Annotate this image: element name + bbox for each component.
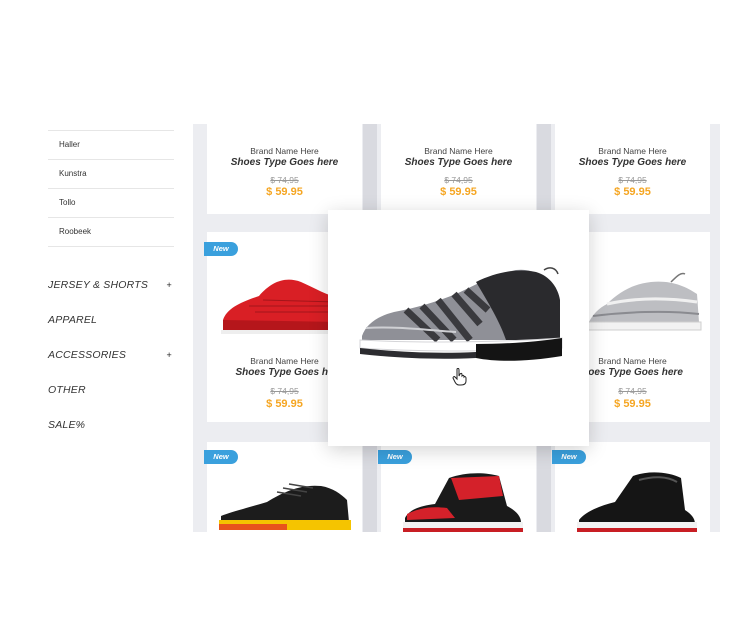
product-card[interactable]: New [204, 442, 362, 532]
category-list: JERSEY & SHORTS + APPAREL ACCESSORIES + … [48, 267, 174, 442]
sidebar: Haller Kunstra Tollo Roobeek JERSEY & SH… [48, 130, 174, 442]
category-label: JERSEY & SHORTS [48, 278, 149, 291]
product-card[interactable]: Brand Name Here Shoes Type Goes here $ 7… [381, 124, 536, 214]
brand-item-roobeek[interactable]: Roobeek [48, 218, 174, 247]
product-card[interactable]: New [552, 442, 710, 532]
black-yellow-sneaker-image[interactable] [217, 472, 351, 532]
product-old-price: $ 74,95 [618, 175, 647, 185]
category-label: OTHER [48, 383, 86, 396]
brand-item-tollo[interactable]: Tollo [48, 189, 174, 218]
new-badge: New [552, 450, 586, 464]
product-brand: Brand Name Here [250, 146, 319, 156]
product-old-price: $ 74,95 [270, 175, 299, 185]
product-type[interactable]: Shoes Type Goes here [381, 157, 536, 168]
new-badge: New [204, 450, 238, 464]
brand-item-kunstra[interactable]: Kunstra [48, 160, 174, 189]
grey-black-runner-image[interactable] [356, 266, 566, 366]
product-card[interactable]: Brand Name Here Shoes Type Goes here $ 7… [555, 124, 710, 214]
hover-product-card[interactable] [328, 210, 589, 446]
product-type[interactable]: Shoes Type Goes here [207, 157, 362, 168]
product-card[interactable]: Brand Name Here Shoes Type Goes here $ 7… [207, 124, 362, 214]
brand-filter-list: Haller Kunstra Tollo Roobeek [48, 130, 174, 247]
product-old-price: $ 74,95 [444, 175, 473, 185]
product-price: $ 59.95 [440, 186, 477, 198]
new-badge: New [204, 242, 238, 256]
product-price: $ 59.95 [614, 186, 651, 198]
brand-item-haller[interactable]: Haller [48, 131, 174, 160]
category-sale[interactable]: SALE% [48, 407, 174, 442]
product-brand: Brand Name Here [424, 146, 493, 156]
grey-sneaker-image[interactable] [585, 262, 705, 337]
page: Haller Kunstra Tollo Roobeek JERSEY & SH… [0, 0, 741, 628]
product-price: $ 59.95 [266, 186, 303, 198]
product-brand: Brand Name Here [598, 146, 667, 156]
category-label: ACCESSORIES [48, 348, 127, 361]
plus-icon[interactable]: + [167, 280, 172, 290]
product-type[interactable]: Shoes Type Goes here [555, 157, 710, 168]
hand-pointer-icon [452, 368, 467, 386]
category-label: APPAREL [48, 313, 98, 326]
plus-icon[interactable]: + [167, 350, 172, 360]
category-label: SALE% [48, 418, 86, 431]
category-accessories[interactable]: ACCESSORIES + [48, 337, 174, 372]
red-black-hightop-image[interactable] [395, 466, 525, 532]
category-jersey-shorts[interactable]: JERSEY & SHORTS + [48, 267, 174, 302]
category-other[interactable]: OTHER [48, 372, 174, 407]
red-sneaker-image[interactable] [219, 262, 341, 337]
black-patent-sneaker-image[interactable] [569, 466, 699, 532]
product-card[interactable]: New [378, 442, 536, 532]
category-apparel[interactable]: APPAREL [48, 302, 174, 337]
new-badge: New [378, 450, 412, 464]
